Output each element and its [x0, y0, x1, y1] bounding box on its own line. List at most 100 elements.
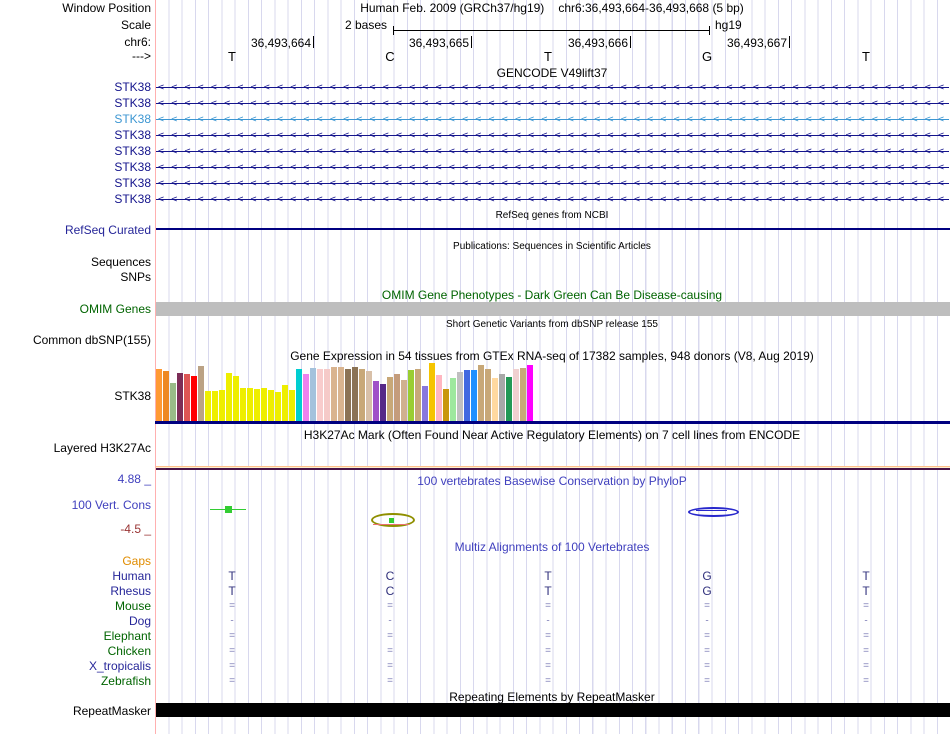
gencode-gene-label[interactable]: STK38: [114, 192, 151, 206]
gtex-tissue-bar[interactable]: [218, 390, 225, 421]
gencode-gene-line[interactable]: <<<<<<<<<<<<<<<<<<<<<<<<<<<<<<<<<<<<<<<<…: [156, 176, 949, 191]
gtex-tissue-bar[interactable]: [183, 374, 190, 421]
gencode-gene-label[interactable]: STK38: [114, 144, 151, 158]
gtex-tissue-bar[interactable]: [456, 372, 463, 421]
gtex-tissue-bar[interactable]: [323, 369, 330, 421]
omim-track-title[interactable]: OMIM Gene Phenotypes - Dark Green Can Be…: [155, 288, 949, 302]
gencode-gene-label[interactable]: STK38: [114, 96, 151, 110]
omim-gene-bar[interactable]: [156, 302, 950, 316]
refseq-curated-label[interactable]: RefSeq Curated: [65, 223, 151, 237]
gtex-tissue-bar[interactable]: [232, 376, 239, 421]
multiz-track-title[interactable]: Multiz Alignments of 100 Vertebrates: [155, 540, 949, 554]
h3k27ac-track-title[interactable]: H3K27Ac Mark (Often Found Near Active Re…: [155, 428, 949, 442]
gtex-tissue-bar[interactable]: [491, 378, 498, 421]
repeatmasker-element-bar[interactable]: [156, 703, 950, 717]
gtex-tissue-bar[interactable]: [309, 368, 316, 421]
gencode-gene-line[interactable]: <<<<<<<<<<<<<<<<<<<<<<<<<<<<<<<<<<<<<<<<…: [156, 144, 949, 159]
multiz-species-label[interactable]: Elephant: [104, 629, 151, 643]
gtex-tissue-bar[interactable]: [386, 377, 393, 421]
gtex-tissue-bar[interactable]: [302, 374, 309, 421]
gtex-tissue-bar[interactable]: [470, 370, 477, 421]
gtex-tissue-bar[interactable]: [337, 367, 344, 421]
gtex-tissue-bar[interactable]: [316, 369, 323, 421]
gtex-tissue-bar[interactable]: [197, 366, 204, 421]
dbsnp-track-title[interactable]: Short Genetic Variants from dbSNP releas…: [155, 318, 949, 332]
gtex-tissue-bar[interactable]: [477, 365, 484, 421]
gtex-tissue-bar[interactable]: [498, 374, 505, 421]
refseq-track-title[interactable]: RefSeq genes from NCBI: [155, 209, 949, 223]
gtex-tissue-bar[interactable]: [519, 368, 526, 421]
gtex-tissue-bar[interactable]: [379, 384, 386, 421]
publications-sequences-label[interactable]: Sequences: [91, 255, 151, 269]
multiz-species-label[interactable]: Gaps: [122, 554, 151, 568]
publications-snps-label[interactable]: SNPs: [120, 270, 151, 284]
gencode-gene-line[interactable]: <<<<<<<<<<<<<<<<<<<<<<<<<<<<<<<<<<<<<<<<…: [156, 192, 949, 207]
gencode-gene-label[interactable]: STK38: [114, 176, 151, 190]
gencode-gene-label[interactable]: STK38: [114, 112, 151, 126]
gtex-tissue-bar[interactable]: [358, 369, 365, 421]
gtex-tissue-bar[interactable]: [505, 377, 512, 421]
layered-h3k27ac-label[interactable]: Layered H3K27Ac: [54, 441, 151, 455]
gtex-tissue-bar[interactable]: [246, 388, 253, 421]
gencode-gene-line[interactable]: <<<<<<<<<<<<<<<<<<<<<<<<<<<<<<<<<<<<<<<<…: [156, 96, 949, 111]
repeatmasker-track-title[interactable]: Repeating Elements by RepeatMasker: [155, 690, 949, 704]
gtex-tissue-bar[interactable]: [225, 373, 232, 421]
gtex-tissue-bar[interactable]: [400, 380, 407, 421]
gtex-tissue-bar[interactable]: [421, 386, 428, 421]
gencode-gene-label[interactable]: STK38: [114, 80, 151, 94]
gtex-tissue-bar[interactable]: [407, 370, 414, 421]
omim-genes-label[interactable]: OMIM Genes: [80, 302, 151, 316]
gtex-track-title[interactable]: Gene Expression in 54 tissues from GTEx …: [155, 349, 949, 363]
gtex-tissue-bar[interactable]: [512, 369, 519, 421]
common-dbsnp-label[interactable]: Common dbSNP(155): [33, 333, 151, 347]
gtex-tissue-bar[interactable]: [260, 388, 267, 421]
gtex-tissue-bar[interactable]: [274, 392, 281, 421]
gtex-tissue-bar[interactable]: [190, 376, 197, 421]
gencode-gene-label[interactable]: STK38: [114, 160, 151, 174]
conservation-track-label[interactable]: 100 Vert. Cons: [72, 498, 151, 512]
gencode-gene-line[interactable]: <<<<<<<<<<<<<<<<<<<<<<<<<<<<<<<<<<<<<<<<…: [156, 128, 949, 143]
gtex-tissue-bar[interactable]: [267, 390, 274, 421]
gtex-tissue-bar[interactable]: [204, 391, 211, 421]
gtex-tissue-bar[interactable]: [239, 388, 246, 421]
multiz-species-label[interactable]: Rhesus: [110, 584, 151, 598]
conservation-track-title[interactable]: 100 vertebrates Basewise Conservation by…: [155, 474, 949, 488]
gtex-tissue-bar[interactable]: [162, 371, 169, 421]
multiz-species-label[interactable]: Zebrafish: [101, 674, 151, 688]
gtex-tissue-bar[interactable]: [449, 378, 456, 421]
gtex-tissue-bar[interactable]: [351, 367, 358, 421]
gtex-tissue-bar[interactable]: [484, 369, 491, 421]
gtex-gene-label[interactable]: STK38: [114, 389, 151, 403]
multiz-species-label[interactable]: Chicken: [108, 644, 151, 658]
gtex-tissue-bar[interactable]: [281, 385, 288, 421]
gencode-track-title[interactable]: GENCODE V49lift37: [155, 66, 949, 80]
multiz-species-label[interactable]: Human: [112, 569, 151, 583]
gtex-tissue-bar[interactable]: [253, 389, 260, 421]
repeatmasker-label[interactable]: RepeatMasker: [73, 704, 151, 718]
publications-track-title[interactable]: Publications: Sequences in Scientific Ar…: [155, 240, 949, 254]
refseq-gene-line[interactable]: [156, 228, 950, 230]
gtex-tissue-bar[interactable]: [414, 369, 421, 421]
gtex-tissue-bar[interactable]: [176, 373, 183, 421]
gtex-tissue-bar[interactable]: [330, 367, 337, 421]
gtex-tissue-bar[interactable]: [211, 391, 218, 421]
gencode-gene-line[interactable]: <<<<<<<<<<<<<<<<<<<<<<<<<<<<<<<<<<<<<<<<…: [156, 80, 949, 95]
gtex-tissue-bar[interactable]: [526, 365, 533, 421]
gtex-tissue-bar[interactable]: [288, 390, 295, 421]
gtex-tissue-bar[interactable]: [428, 363, 435, 421]
gtex-tissue-bar[interactable]: [169, 383, 176, 421]
gencode-gene-line[interactable]: <<<<<<<<<<<<<<<<<<<<<<<<<<<<<<<<<<<<<<<<…: [156, 160, 949, 175]
multiz-species-label[interactable]: X_tropicalis: [89, 659, 151, 673]
gtex-tissue-bar[interactable]: [463, 370, 470, 421]
gtex-tissue-bar[interactable]: [155, 369, 162, 421]
gtex-tissue-bar[interactable]: [442, 389, 449, 421]
gtex-tissue-bar[interactable]: [372, 381, 379, 421]
gtex-tissue-bar[interactable]: [393, 374, 400, 421]
multiz-species-label[interactable]: Dog: [129, 614, 151, 628]
gtex-tissue-bar[interactable]: [435, 375, 442, 421]
gencode-gene-label[interactable]: STK38: [114, 128, 151, 142]
gtex-tissue-bar[interactable]: [295, 369, 302, 421]
gtex-tissue-bar[interactable]: [344, 369, 351, 421]
multiz-species-label[interactable]: Mouse: [115, 599, 151, 613]
gencode-gene-line[interactable]: <<<<<<<<<<<<<<<<<<<<<<<<<<<<<<<<<<<<<<<<…: [156, 112, 949, 127]
